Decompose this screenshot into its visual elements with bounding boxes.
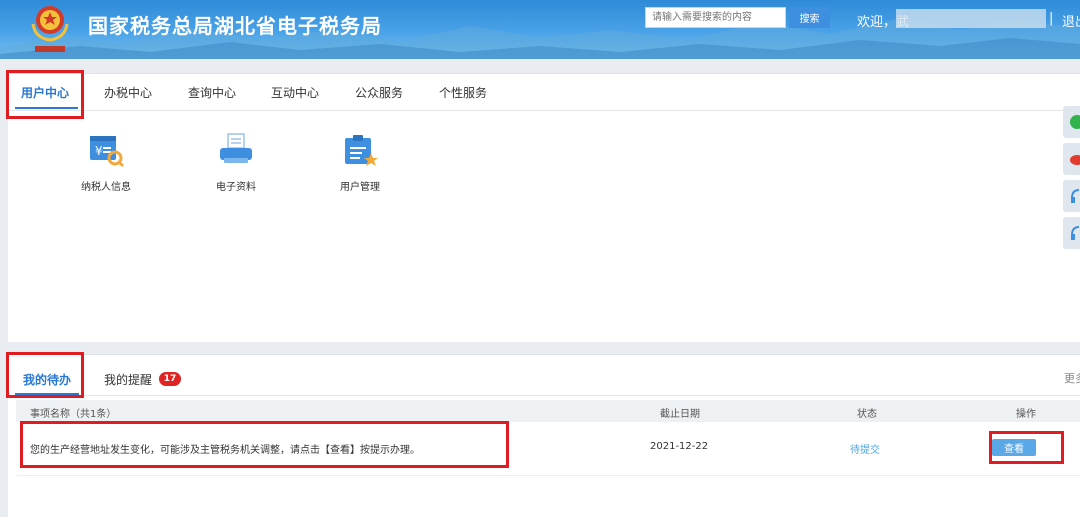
- column-header-status: 状态: [857, 409, 877, 420]
- todo-panel: 我的待办 我的提醒 17 更多 事项名称（共1条） 截止日期 状态 操作 您的生…: [8, 354, 1080, 517]
- function-user-management[interactable]: 用户管理: [315, 130, 405, 193]
- view-button[interactable]: 查看: [992, 439, 1036, 456]
- function-electronic-documents[interactable]: 电子资料: [191, 130, 281, 193]
- function-panel: 用户中心 办税中心 查询中心 互动中心 公众服务 个性服务 ¥ 纳税人信息 电子…: [8, 73, 1080, 342]
- column-header-name: 事项名称（共1条）: [30, 409, 117, 420]
- tab-my-reminders[interactable]: 我的提醒: [104, 371, 152, 388]
- reminder-count-badge: 17: [159, 372, 181, 386]
- header-separator: |: [1049, 11, 1054, 26]
- electronic-documents-icon: [220, 133, 252, 163]
- main-tab-bar: 用户中心 办税中心 查询中心 互动中心 公众服务 个性服务: [8, 74, 1080, 111]
- taxpayer-info-icon: ¥: [90, 136, 125, 168]
- tax-emblem-logo: [31, 6, 69, 52]
- column-header-action: 操作: [1016, 409, 1036, 420]
- function-label: 纳税人信息: [81, 182, 131, 193]
- masked-username: [896, 9, 1046, 28]
- headset-icon: [1071, 226, 1080, 240]
- service-side-button-2[interactable]: [1063, 217, 1080, 249]
- table-row: 您的生产经营地址发生变化，可能涉及主管税务机关调整，请点击【查看】按提示办理。 …: [16, 423, 1080, 476]
- tab-tax-center[interactable]: 办税中心: [104, 84, 152, 101]
- wechat-icon: [1070, 115, 1080, 129]
- tab-query-center[interactable]: 查询中心: [188, 84, 236, 101]
- tab-my-todo[interactable]: 我的待办: [23, 371, 71, 388]
- more-link[interactable]: 更多: [1064, 370, 1080, 386]
- wechat-side-button[interactable]: [1063, 106, 1080, 138]
- svg-text:¥: ¥: [95, 144, 103, 158]
- todo-tab-bar: 我的待办 我的提醒 17 更多: [8, 355, 1080, 396]
- tab-public-service[interactable]: 公众服务: [355, 84, 403, 101]
- function-label: 电子资料: [216, 182, 256, 193]
- function-label: 用户管理: [340, 182, 380, 193]
- tab-personal-service[interactable]: 个性服务: [439, 84, 487, 101]
- service-side-button-1[interactable]: [1063, 180, 1080, 212]
- side-toolbar: [1063, 106, 1080, 251]
- search-input[interactable]: [645, 7, 786, 28]
- tab-interaction-center[interactable]: 互动中心: [271, 84, 319, 101]
- headset-icon: [1071, 189, 1080, 203]
- weibo-side-button[interactable]: [1063, 143, 1080, 175]
- todo-item-status: 待提交: [850, 445, 880, 456]
- column-header-deadline: 截止日期: [660, 409, 700, 420]
- top-header: 国家税务总局湖北省电子税务局 搜索 欢迎，武 | 退出: [0, 0, 1080, 59]
- user-management-icon: [345, 135, 378, 166]
- active-tab-indicator: [15, 107, 78, 109]
- todo-item-name: 您的生产经营地址发生变化，可能涉及主管税务机关调整，请点击【查看】按提示办理。: [30, 445, 420, 456]
- todo-table-header: 事项名称（共1条） 截止日期 状态 操作: [16, 400, 1080, 422]
- logout-link[interactable]: 退出: [1062, 11, 1080, 30]
- weibo-icon: [1070, 155, 1080, 165]
- site-title: 国家税务总局湖北省电子税务局: [88, 14, 382, 38]
- search-button[interactable]: 搜索: [789, 7, 830, 28]
- tab-user-center[interactable]: 用户中心: [21, 84, 69, 101]
- function-taxpayer-info[interactable]: ¥ 纳税人信息: [61, 130, 151, 193]
- todo-item-deadline: 2021-12-22: [650, 441, 709, 452]
- active-tab-indicator: [15, 393, 79, 395]
